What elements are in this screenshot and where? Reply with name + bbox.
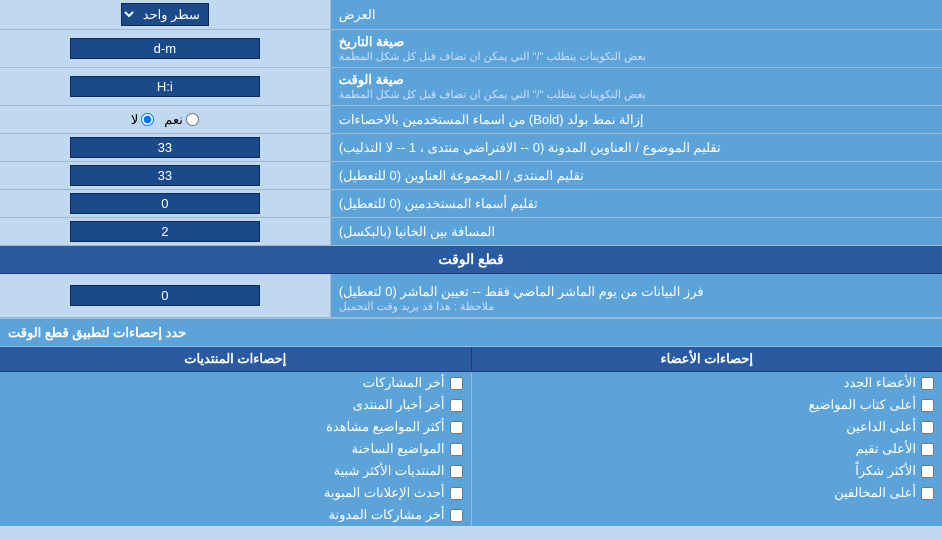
- bold-remove-yes-label[interactable]: نعم: [164, 112, 199, 128]
- bold-remove-label: إزالة نمط بولد (Bold) من اسماء المستخدمي…: [330, 106, 942, 133]
- stats-col2-label-2: أعلى كتاب المواضيع: [809, 397, 916, 413]
- stats-col1-checkbox-2[interactable]: [450, 399, 463, 412]
- display-dropdown[interactable]: سطر واحد سطرين ثلاثة أسطر: [121, 3, 209, 26]
- stats-col2-item-2: أعلى كتاب المواضيع: [472, 394, 942, 416]
- stats-col2-checkbox-4[interactable]: [921, 443, 934, 456]
- realtime-filter-input[interactable]: [70, 285, 260, 306]
- bold-remove-yes-radio[interactable]: [186, 113, 199, 126]
- date-format-title: صيغة التاريخ: [339, 34, 405, 50]
- stats-col1-item-1: أخر المشاركات: [0, 372, 471, 394]
- stats-col1-checkbox-1[interactable]: [450, 377, 463, 390]
- stats-col2-header: إحصاءات الأعضاء: [471, 347, 942, 371]
- stats-col2-checkbox-2[interactable]: [921, 399, 934, 412]
- stats-col2-item-6: أعلى المخالفين: [472, 482, 942, 504]
- date-format-input-cell: [0, 30, 330, 67]
- stats-col1-label-2: أخر أخبار المنتدى: [353, 397, 445, 413]
- realtime-filter-title: فرز البيانات من يوم الماشر الماضي فقط --…: [339, 284, 704, 300]
- usernames-trim-label: تقليم أسماء المستخدمين (0 للتعطيل): [330, 190, 942, 217]
- usernames-trim-input[interactable]: [70, 193, 260, 214]
- bold-remove-radio-cell: نعم لا: [0, 106, 330, 133]
- usernames-trim-input-cell: [0, 190, 330, 217]
- stats-col2: الأعضاء الجدد أعلى كتاب المواضيع أعلى ال…: [471, 372, 942, 526]
- stats-col1-checkbox-3[interactable]: [450, 421, 463, 434]
- stats-col1-item-5: المنتديات الأكثر شبية: [0, 460, 471, 482]
- stats-col2-checkbox-3[interactable]: [921, 421, 934, 434]
- column-spacing-input-cell: [0, 218, 330, 245]
- date-format-sublabel: بعض التكوينات يتطلب "/" التي يمكن ان تضا…: [339, 50, 646, 63]
- stats-col1-label-1: أخر المشاركات: [363, 375, 445, 391]
- stats-col1-label-3: أكثر المواضيع مشاهدة: [326, 419, 444, 435]
- time-format-label-cell: صيغة الوقت بعض التكوينات يتطلب "/" التي …: [330, 68, 942, 105]
- stats-col1-item-6: أحدث الإعلانات المبوبة: [0, 482, 471, 504]
- forum-order-input-cell: [0, 162, 330, 189]
- stats-col1-label-7: أخر مشاركات المدونة: [328, 507, 444, 523]
- column-spacing-label: المسافة بين الخانيا (بالبكسل): [330, 218, 942, 245]
- stats-col2-label-4: الأعلى تقيم: [856, 441, 916, 457]
- stats-col1-item-4: المواضيع الساخنة: [0, 438, 471, 460]
- stats-col1-label-5: المنتديات الأكثر شبية: [334, 463, 445, 479]
- time-format-sublabel: بعض التكوينات يتطلب "/" التي يمكن ان تضا…: [339, 88, 646, 101]
- stats-col1: أخر المشاركات أخر أخبار المنتدى أكثر الم…: [0, 372, 471, 526]
- stats-col1-checkbox-4[interactable]: [450, 443, 463, 456]
- stats-section: حدد إحصاءات لتطبيق قطع الوقت إحصاءات الأ…: [0, 318, 942, 526]
- stats-col2-item-4: الأعلى تقيم: [472, 438, 942, 460]
- stats-col1-header: إحصاءات المنتديات: [0, 347, 471, 371]
- stats-col2-label-1: الأعضاء الجدد: [844, 375, 916, 391]
- realtime-filter-label-cell: فرز البيانات من يوم الماشر الماضي فقط --…: [330, 274, 942, 317]
- display-label: العرض: [330, 0, 942, 29]
- stats-col2-checkbox-1[interactable]: [921, 377, 934, 390]
- stats-col2-item-3: أعلى الداعين: [472, 416, 942, 438]
- stats-col2-label-6: أعلى المخالفين: [834, 485, 916, 501]
- stats-col1-label-4: المواضيع الساخنة: [352, 441, 445, 457]
- date-format-input[interactable]: [70, 38, 260, 59]
- posts-order-input-cell: [0, 134, 330, 161]
- posts-order-label: تقليم الموضوع / العناوين المدونة (0 -- ا…: [330, 134, 942, 161]
- bold-remove-no-radio[interactable]: [141, 113, 154, 126]
- date-format-label-cell: صيغة التاريخ بعض التكوينات يتطلب "/" الت…: [330, 30, 942, 67]
- stats-col2-label-3: أعلى الداعين: [846, 419, 916, 435]
- stats-col1-item-3: أكثر المواضيع مشاهدة: [0, 416, 471, 438]
- stats-col1-item-2: أخر أخبار المنتدى: [0, 394, 471, 416]
- stats-col2-checkbox-5[interactable]: [921, 465, 934, 478]
- posts-order-input[interactable]: [70, 137, 260, 158]
- stats-col1-item-7: أخر مشاركات المدونة: [0, 504, 471, 526]
- stats-col1-label-6: أحدث الإعلانات المبوبة: [324, 485, 445, 501]
- stats-col2-item-1: الأعضاء الجدد: [472, 372, 942, 394]
- stats-col1-checkbox-7[interactable]: [450, 509, 463, 522]
- stats-limit-row: حدد إحصاءات لتطبيق قطع الوقت: [0, 319, 942, 347]
- stats-col2-checkbox-6[interactable]: [921, 487, 934, 500]
- realtime-filter-note: ملاحظة : هذا قد يزيد وقت التحميل: [339, 300, 494, 313]
- display-input-cell: سطر واحد سطرين ثلاثة أسطر: [0, 0, 330, 29]
- stats-col1-checkbox-5[interactable]: [450, 465, 463, 478]
- realtime-section-title: قطع الوقت: [0, 246, 942, 274]
- column-spacing-input[interactable]: [70, 221, 260, 242]
- time-format-title: صيغة الوقت: [339, 72, 404, 88]
- stats-headers-row: إحصاءات الأعضاء إحصاءات المنتديات: [0, 347, 942, 372]
- realtime-filter-input-cell: [0, 274, 330, 317]
- forum-order-input[interactable]: [70, 165, 260, 186]
- time-format-input[interactable]: [70, 76, 260, 97]
- stats-col2-label-5: الأكثر شكراً: [855, 463, 916, 479]
- stats-col2-item-5: الأكثر شكراً: [472, 460, 942, 482]
- time-format-input-cell: [0, 68, 330, 105]
- stats-body: الأعضاء الجدد أعلى كتاب المواضيع أعلى ال…: [0, 372, 942, 526]
- main-container: العرض سطر واحد سطرين ثلاثة أسطر صيغة الت…: [0, 0, 942, 526]
- forum-order-label: تقليم المنتدى / المجموعة العناوين (0 للت…: [330, 162, 942, 189]
- bold-remove-no-label[interactable]: لا: [131, 112, 154, 128]
- stats-col1-checkbox-6[interactable]: [450, 487, 463, 500]
- stats-limit-label: حدد إحصاءات لتطبيق قطع الوقت: [0, 319, 942, 346]
